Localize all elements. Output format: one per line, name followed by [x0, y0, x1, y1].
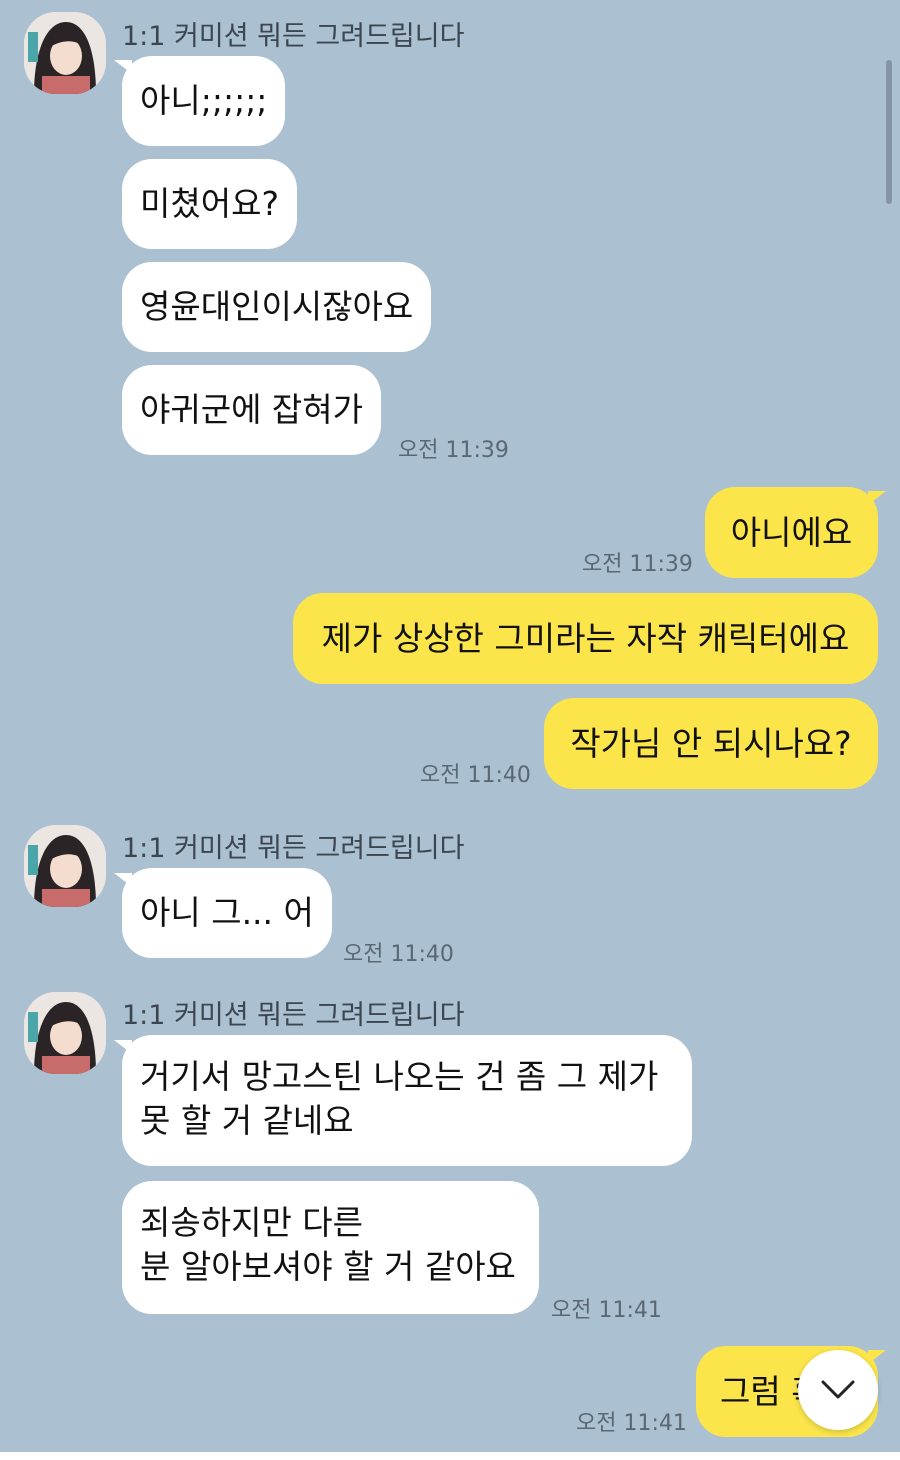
bubble-tail	[868, 1350, 886, 1364]
message-time: 오전 11:39	[398, 438, 509, 463]
bubble-tail	[868, 491, 886, 505]
incoming-message[interactable]: 영윤대인이시잖아요	[122, 262, 432, 352]
incoming-message[interactable]: 야귀군에 잡혀가	[122, 365, 382, 455]
message-time: 오전 11:40	[343, 942, 454, 967]
sender-name: 1:1 커미션 뭐든 그려드립니다	[122, 21, 465, 52]
incoming-message[interactable]: 아니;;;;;;	[122, 56, 286, 146]
incoming-message[interactable]: 아니 그... 어	[122, 868, 332, 958]
sender-avatar[interactable]	[24, 825, 106, 907]
outgoing-message[interactable]: 제가 상상한 그미라는 자작 캐릭터에요	[293, 593, 878, 684]
outgoing-message[interactable]: 작가님 안 되시나요?	[544, 698, 878, 789]
bottom-edge	[0, 1452, 900, 1460]
message-time: 오전 11:41	[551, 1298, 662, 1323]
incoming-message[interactable]: 미쳤어요?	[122, 159, 297, 249]
sender-name: 1:1 커미션 뭐든 그려드립니다	[122, 1000, 465, 1031]
sender-name: 1:1 커미션 뭐든 그려드립니다	[122, 833, 465, 864]
scroll-to-bottom-button[interactable]	[798, 1350, 878, 1430]
sender-avatar[interactable]	[24, 12, 106, 94]
profile-avatar-icon	[24, 825, 106, 907]
incoming-message[interactable]: 거기서 망고스틴 나오는 건 좀 그 제가 못 할 거 같네요	[122, 1035, 692, 1166]
profile-avatar-icon	[24, 992, 106, 1074]
outgoing-message[interactable]: 아니에요	[705, 487, 878, 578]
message-time: 오전 11:40	[420, 763, 531, 788]
message-time: 오전 11:41	[576, 1411, 687, 1436]
chevron-down-icon	[821, 1380, 855, 1399]
incoming-message[interactable]: 죄송하지만 다른 분 알아보셔야 할 거 같아요	[122, 1181, 539, 1314]
profile-avatar-icon	[24, 12, 106, 94]
message-time: 오전 11:39	[582, 552, 693, 577]
sender-avatar[interactable]	[24, 992, 106, 1074]
scrollbar[interactable]	[886, 60, 892, 204]
